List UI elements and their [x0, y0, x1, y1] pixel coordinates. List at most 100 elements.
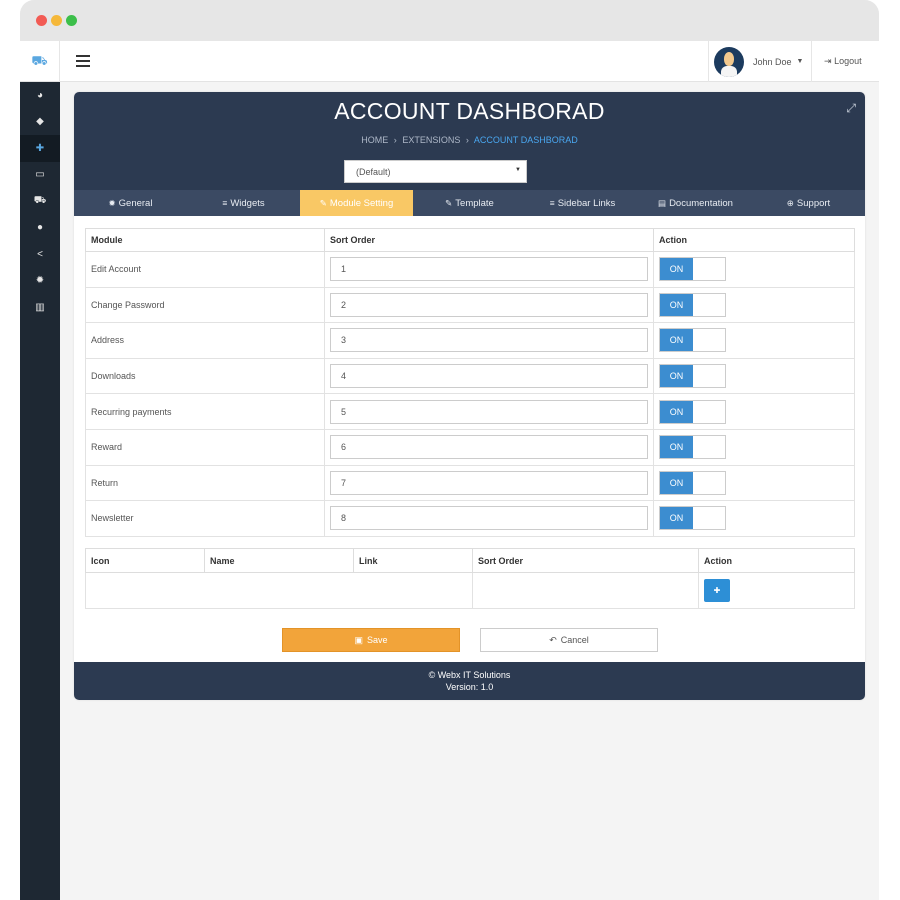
status-toggle[interactable]: ON — [659, 435, 726, 460]
status-toggle[interactable]: ON — [659, 257, 726, 282]
sidebar-item-tag[interactable]: ◆ — [20, 109, 60, 136]
column-header-action: Action — [653, 228, 855, 252]
status-toggle[interactable]: ON — [659, 292, 726, 317]
module-name: Newsletter — [85, 500, 325, 537]
sort-order-cell: 7 — [324, 464, 654, 502]
tab-label: Module Setting — [329, 197, 394, 209]
sort-order-cell: 4 — [324, 357, 654, 395]
pencil-icon: ✎ — [319, 197, 327, 208]
status-toggle[interactable]: ON — [659, 328, 726, 353]
select-arrow-icon: ▼ — [515, 167, 521, 173]
sidebar-item-user[interactable]: ● — [20, 215, 60, 242]
panel-header: ACCOUNT DASHBORAD ⤢ HOME › EXTENSIONS › … — [74, 92, 865, 190]
expand-icon[interactable]: ⤢ — [846, 101, 856, 116]
sort-order-input[interactable]: 1 — [330, 257, 648, 282]
tab-template[interactable]: ✎ Template — [413, 190, 526, 216]
status-toggle[interactable]: ON — [659, 399, 726, 424]
column-header-sort-order: Sort Order — [324, 228, 654, 252]
sort-order-input[interactable]: 6 — [330, 435, 648, 460]
sort-order-input[interactable]: 3 — [330, 328, 648, 353]
action-cell: ON — [653, 286, 855, 324]
breadcrumb: HOME › EXTENSIONS › ACCOUNT DASHBORAD — [74, 135, 865, 145]
tab-general[interactable]: ✹ General — [74, 190, 187, 216]
maximize-window-button[interactable] — [66, 15, 77, 26]
sort-order-cell: 2 — [324, 286, 654, 324]
panel-footer: © Webx IT Solutions Version: 1.0 — [74, 662, 865, 700]
logout-label: Logout — [834, 56, 862, 66]
sort-order-input[interactable]: 7 — [330, 470, 648, 495]
toggle-on-label: ON — [660, 258, 693, 281]
table-row: Change Password 2 ON — [85, 286, 855, 324]
sidebar-item-desktop[interactable]: ▭ — [20, 162, 60, 189]
module-name: Recurring payments — [85, 393, 325, 430]
sort-order-value: 7 — [341, 477, 347, 488]
bar-chart-icon: ▥ — [35, 301, 45, 313]
sort-order-cell: 5 — [324, 393, 654, 430]
sidebar-item-puzzle[interactable]: ✚ — [20, 135, 60, 162]
column-header-link: Link — [353, 548, 473, 573]
cancel-button[interactable]: ↶ Cancel — [480, 628, 658, 652]
sidebar-item-dashboard[interactable]: ◕ — [20, 82, 60, 109]
tab-label: General — [118, 197, 153, 209]
status-toggle[interactable]: ON — [659, 470, 726, 495]
action-cell: ON — [653, 464, 855, 502]
user-icon: ● — [36, 222, 44, 234]
cart-icon: ⛟ — [33, 194, 47, 206]
tab-label: Widgets — [230, 197, 265, 209]
minimize-window-button[interactable] — [51, 15, 62, 26]
toggle-on-label: ON — [660, 293, 693, 316]
toggle-on-label: ON — [660, 329, 693, 352]
breadcrumb-extensions[interactable]: EXTENSIONS — [402, 135, 460, 145]
toggle-on-label: ON — [660, 400, 693, 423]
close-window-button[interactable] — [36, 15, 47, 26]
sort-order-input[interactable]: 8 — [330, 506, 648, 531]
user-menu[interactable]: John Doe ▼ — [708, 41, 812, 82]
tab-documentation[interactable]: ▤ Documentation — [639, 190, 752, 216]
breadcrumb-current[interactable]: ACCOUNT DASHBORAD — [474, 135, 578, 145]
cart-logo-icon[interactable]: ⛟ — [20, 41, 60, 82]
sort-order-cell: 3 — [324, 322, 654, 359]
version-text: Version: 1.0 — [445, 682, 494, 692]
status-toggle[interactable]: ON — [659, 506, 726, 531]
sort-order-value: 8 — [341, 513, 347, 524]
menu-toggle-icon[interactable] — [76, 55, 90, 67]
store-select[interactable]: (Default) ▼ — [344, 160, 527, 183]
table-row: Address 3 ON — [85, 322, 855, 359]
add-link-button[interactable]: ✚ — [704, 579, 730, 602]
tab-widgets[interactable]: ≡ Widgets — [187, 190, 300, 216]
sort-order-input[interactable]: 5 — [330, 399, 648, 424]
tab-bar: ✹ General ≡ Widgets ✎ Module Setting ✎ Template… — [74, 190, 865, 216]
sidebar-item-bar-chart[interactable]: ▥ — [20, 294, 60, 321]
save-button[interactable]: ▣ Save — [282, 628, 460, 652]
module-table: Module Sort Order Action Edit Account 1 ON… — [85, 228, 855, 537]
file-icon: ▤ — [658, 197, 667, 208]
tab-sidebar-links[interactable]: ≡ Sidebar Links — [526, 190, 639, 216]
table-row: Recurring payments 5 ON — [85, 393, 855, 430]
empty-cell — [472, 572, 699, 609]
list-icon: ≡ — [222, 198, 228, 208]
table-row: Newsletter 8 ON — [85, 500, 855, 537]
status-toggle[interactable]: ON — [659, 364, 726, 389]
main-panel: ACCOUNT DASHBORAD ⤢ HOME › EXTENSIONS › … — [74, 92, 865, 700]
tab-module-setting[interactable]: ✎ Module Setting — [300, 190, 413, 216]
sidebar-item-share[interactable]: < — [20, 241, 60, 268]
action-cell: ON — [653, 428, 855, 466]
toggle-on-label: ON — [660, 436, 693, 459]
share-icon: < — [37, 248, 43, 260]
logout-link[interactable]: ⇥ Logout — [824, 56, 862, 67]
module-name: Change Password — [85, 286, 325, 324]
sort-order-value: 4 — [341, 371, 347, 382]
action-cell: ON — [653, 322, 855, 359]
sort-order-input[interactable]: 4 — [330, 364, 648, 389]
sidebar-item-cart[interactable]: ⛟ — [20, 188, 60, 215]
cancel-label: Cancel — [560, 635, 589, 645]
column-header-action: Action — [698, 548, 855, 573]
breadcrumb-home[interactable]: HOME — [361, 135, 388, 145]
tab-support[interactable]: ⊕ Support — [752, 190, 865, 216]
lifebuoy-icon: ⊕ — [786, 197, 794, 208]
breadcrumb-separator: › — [393, 135, 397, 145]
sidebar-item-gear[interactable]: ✹ — [20, 268, 60, 295]
sort-order-input[interactable]: 2 — [330, 292, 648, 317]
table-row: ✚ — [85, 572, 855, 609]
module-name: Downloads — [85, 357, 325, 395]
